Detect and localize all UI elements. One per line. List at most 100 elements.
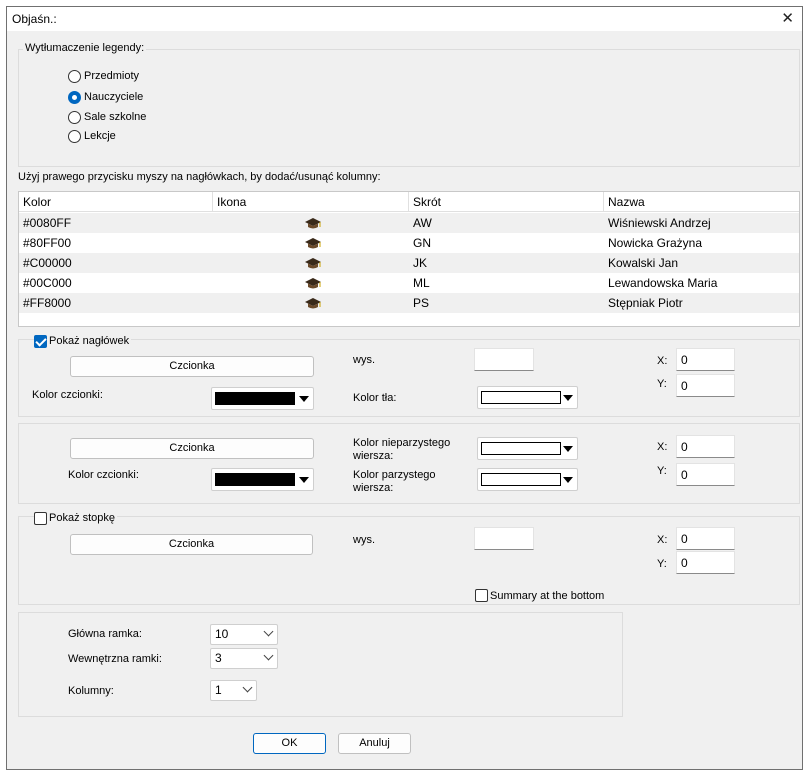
cell-abbr: ML [413, 276, 430, 290]
main-frame-label: Główna ramka: [68, 628, 142, 640]
radio-button[interactable] [68, 90, 81, 104]
odd-row-color-select[interactable] [477, 437, 578, 460]
radio-teachers[interactable]: Nauczyciele [68, 88, 143, 106]
radio-button[interactable] [68, 110, 81, 124]
header-bg-color-select[interactable] [477, 386, 578, 409]
table-header: Kolor Ikona Skrót Nazwa [19, 192, 799, 212]
header-x-label: X: [657, 355, 668, 367]
radio-label: Nauczyciele [84, 91, 144, 103]
rows-font-color-select[interactable] [211, 468, 314, 491]
color-swatch [481, 391, 561, 404]
footer-x-input[interactable] [676, 527, 735, 550]
dropdown-arrow-icon [299, 396, 309, 402]
radio-button[interactable] [68, 69, 81, 83]
show-footer-label: Pokaż stopkę [47, 512, 118, 524]
footer-height-input[interactable] [474, 527, 534, 550]
color-swatch [215, 392, 295, 405]
footer-font-button[interactable]: Czcionka [70, 534, 313, 555]
color-swatch [215, 473, 295, 486]
footer-y-label: Y: [657, 558, 667, 570]
select-value: 1 [215, 683, 222, 697]
header-y-input[interactable] [676, 374, 735, 397]
columns-select[interactable]: 1 [210, 680, 257, 701]
main-frame-select[interactable]: 10 [210, 624, 278, 645]
show-header-checkbox[interactable] [34, 335, 47, 348]
table-hint: Użyj prawego przycisku myszy na nagłówka… [18, 171, 381, 183]
columns-label: Kolumny: [68, 685, 114, 697]
cell-abbr: GN [413, 236, 431, 250]
cell-icon [300, 213, 322, 233]
show-footer-checkbox[interactable] [34, 512, 47, 525]
cell-color: #00C000 [23, 276, 72, 290]
inner-frame-select[interactable]: 3 [210, 648, 278, 669]
even-row-color-label: Kolor parzystego wiersza: [353, 469, 436, 494]
header-y-label: Y: [657, 378, 667, 390]
cell-icon [300, 253, 322, 273]
dropdown-arrow-icon [563, 477, 573, 483]
table-row[interactable]: #FF8000 PS Stępniak Piotr [19, 293, 799, 313]
graduation-cap-icon [305, 237, 321, 249]
select-value: 3 [215, 651, 222, 665]
rows-y-input[interactable] [676, 463, 735, 486]
table-row[interactable]: #C00000 JK Kowalski Jan [19, 253, 799, 273]
select-value: 10 [215, 627, 229, 641]
table-row[interactable]: #80FF00 GN Nowicka Grażyna [19, 233, 799, 253]
header-font-color-label: Kolor czcionki: [32, 389, 103, 401]
radio-subjects[interactable]: Przedmioty [68, 67, 139, 85]
rows-y-label: Y: [657, 465, 667, 477]
cell-name: Lewandowska Maria [608, 276, 718, 290]
legend-table[interactable]: Kolor Ikona Skrót Nazwa #0080FF AW Wiśni… [18, 191, 800, 327]
column-header-icon[interactable]: Ikona [213, 192, 409, 212]
header-font-button[interactable]: Czcionka [70, 356, 314, 377]
header-height-input[interactable] [474, 348, 534, 371]
column-header-name[interactable]: Nazwa [604, 192, 799, 212]
cell-icon [300, 293, 322, 313]
summary-bottom-checkbox[interactable] [475, 589, 488, 602]
footer-y-input[interactable] [676, 551, 735, 574]
summary-bottom-label: Summary at the bottom [490, 590, 605, 602]
cell-color: #FF8000 [23, 296, 72, 310]
radio-button[interactable] [68, 129, 81, 143]
even-row-color-select[interactable] [477, 468, 578, 491]
cell-name: Wiśniewski Andrzej [608, 216, 711, 230]
radio-lessons[interactable]: Lekcje [68, 127, 116, 145]
rows-x-input[interactable] [676, 435, 735, 458]
cell-abbr: PS [413, 296, 430, 310]
chevron-down-icon [242, 682, 253, 693]
cancel-button[interactable]: Anuluj [338, 733, 411, 754]
cell-name: Nowicka Grażyna [608, 236, 703, 250]
graduation-cap-icon [305, 257, 321, 269]
header-font-color-select[interactable] [211, 387, 314, 410]
ok-button[interactable]: OK [253, 733, 326, 754]
cell-abbr: AW [413, 216, 432, 230]
chevron-down-icon [263, 626, 274, 637]
cell-color: #80FF00 [23, 236, 72, 250]
radio-label: Przedmioty [84, 70, 140, 82]
cell-color: #C00000 [23, 256, 72, 270]
legend-dialog: Objaśn.: ✕ Wytłumaczenie legendy: Przedm… [6, 6, 803, 770]
close-icon[interactable]: ✕ [781, 9, 794, 27]
header-x-input[interactable] [676, 348, 735, 371]
dropdown-arrow-icon [563, 395, 573, 401]
rows-x-label: X: [657, 441, 668, 453]
column-header-abbr[interactable]: Skrót [409, 192, 604, 212]
header-height-label: wys. [353, 354, 375, 366]
color-swatch [481, 473, 561, 486]
legend-group-label: Wytłumaczenie legendy: [23, 42, 147, 54]
header-bg-color-label: Kolor tła: [353, 392, 397, 404]
radio-label: Sale szkolne [84, 111, 147, 123]
table-row[interactable]: #00C000 ML Lewandowska Maria [19, 273, 799, 293]
cell-name: Stępniak Piotr [608, 296, 683, 310]
rows-font-color-label: Kolor czcionki: [68, 469, 139, 481]
radio-label: Lekcje [84, 130, 116, 142]
table-row[interactable]: #0080FF AW Wiśniewski Andrzej [19, 213, 799, 233]
color-swatch [481, 442, 561, 455]
radio-classrooms[interactable]: Sale szkolne [68, 108, 146, 126]
rows-font-button[interactable]: Czcionka [70, 438, 314, 459]
footer-height-label: wys. [353, 534, 375, 546]
title-bar: Objaśn.: ✕ [7, 7, 802, 31]
cell-abbr: JK [413, 256, 428, 270]
cell-name: Kowalski Jan [608, 256, 679, 270]
column-header-color[interactable]: Kolor [19, 192, 213, 212]
cell-icon [300, 273, 322, 293]
